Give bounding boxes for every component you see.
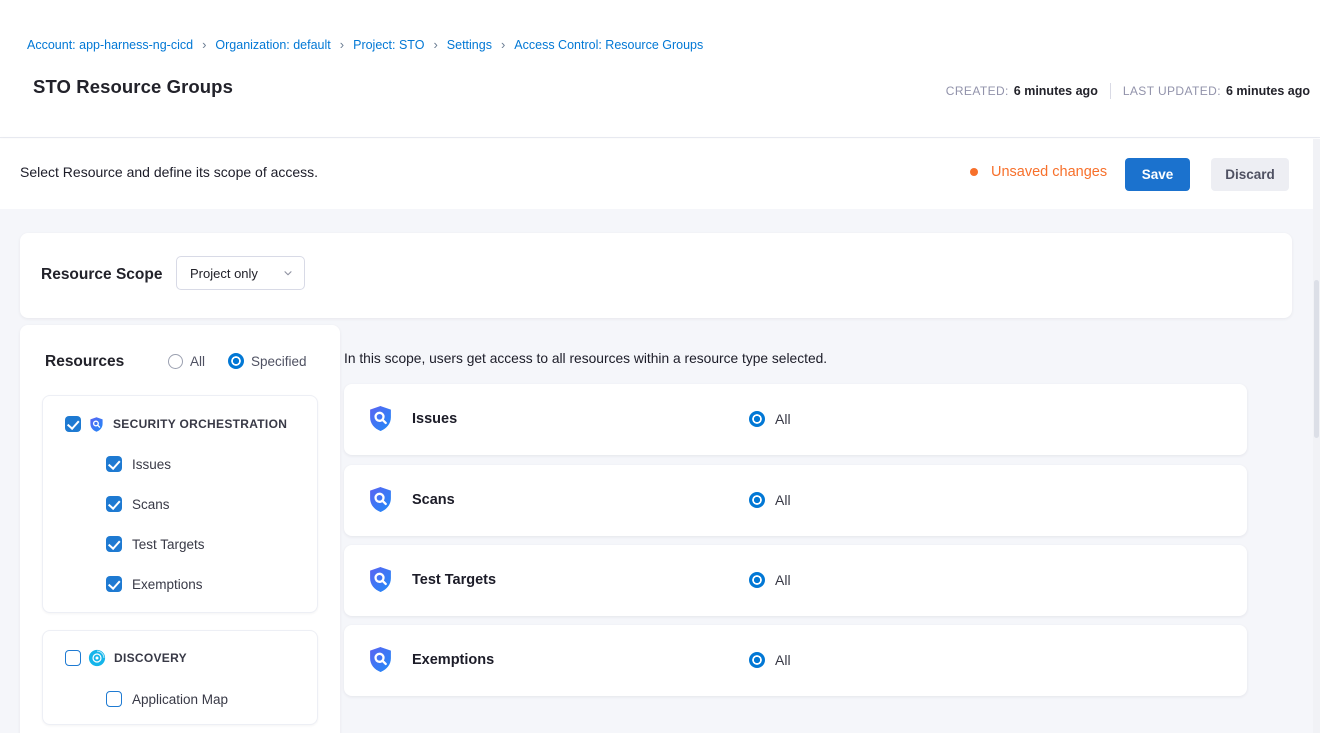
checkbox-issues[interactable] xyxy=(106,456,122,472)
row-access: All xyxy=(749,572,791,588)
page-header: Account: app-harness-ng-cicd › Organizat… xyxy=(0,0,1320,138)
radio-specified[interactable] xyxy=(228,353,244,369)
checkbox-security-orchestration[interactable] xyxy=(65,416,81,432)
group-name: SECURITY ORCHESTRATION xyxy=(113,417,287,431)
resource-group-discovery: DISCOVERY Application Map xyxy=(42,630,318,725)
group-item-test-targets: Test Targets xyxy=(106,535,205,553)
checkbox-scans[interactable] xyxy=(106,496,122,512)
sto-shield-icon xyxy=(88,416,105,433)
checkbox-discovery[interactable] xyxy=(65,650,81,666)
resource-row-issues: Issues All xyxy=(344,384,1247,455)
chevron-down-icon xyxy=(282,267,294,279)
resources-panel-title: Resources xyxy=(45,353,124,371)
sto-shield-icon xyxy=(366,565,395,599)
group-item-exemptions: Exemptions xyxy=(106,575,203,593)
group-header: SECURITY ORCHESTRATION xyxy=(65,415,287,433)
row-label: Exemptions xyxy=(412,652,494,668)
radio-all-access[interactable] xyxy=(749,411,765,427)
row-label: Scans xyxy=(412,492,455,508)
row-label: Issues xyxy=(412,411,457,427)
checkbox-test-targets[interactable] xyxy=(106,536,122,552)
unsaved-dot-icon xyxy=(970,168,978,176)
radio-all-label: All xyxy=(190,354,205,369)
breadcrumb-separator: › xyxy=(340,37,344,52)
resource-scope-value: Project only xyxy=(190,266,282,281)
group-item-scans: Scans xyxy=(106,495,170,513)
group-name: DISCOVERY xyxy=(114,651,187,665)
created-label: CREATED: xyxy=(946,84,1009,98)
group-header: DISCOVERY xyxy=(65,649,187,667)
scrollbar-track xyxy=(1313,139,1320,733)
radio-all[interactable] xyxy=(168,354,183,369)
item-label: Issues xyxy=(132,457,171,472)
unsaved-changes-indicator: Unsaved changes xyxy=(970,164,1107,180)
last-updated-label: LAST UPDATED: xyxy=(1123,84,1221,98)
sto-shield-icon xyxy=(366,404,395,438)
unsaved-changes-label: Unsaved changes xyxy=(991,164,1107,180)
breadcrumb-project[interactable]: Project: STO xyxy=(353,38,424,52)
scrollbar-thumb[interactable] xyxy=(1314,280,1319,438)
item-label: Scans xyxy=(132,497,170,512)
checkbox-exemptions[interactable] xyxy=(106,576,122,592)
breadcrumb-organization[interactable]: Organization: default xyxy=(215,38,330,52)
toolbar-description: Select Resource and define its scope of … xyxy=(20,164,318,180)
radio-all-access[interactable] xyxy=(749,492,765,508)
row-access: All xyxy=(749,492,791,508)
header-meta: CREATED: 6 minutes ago LAST UPDATED: 6 m… xyxy=(946,83,1310,99)
meta-divider xyxy=(1110,83,1111,99)
created-value: 6 minutes ago xyxy=(1014,84,1098,98)
resource-scope-label: Resource Scope xyxy=(41,266,162,284)
breadcrumb-separator: › xyxy=(433,37,437,52)
access-label: All xyxy=(775,572,791,588)
last-updated-value: 6 minutes ago xyxy=(1226,84,1310,98)
access-label: All xyxy=(775,652,791,668)
radio-all-access[interactable] xyxy=(749,652,765,668)
row-label: Test Targets xyxy=(412,572,496,588)
resource-row-scans: Scans All xyxy=(344,465,1247,536)
breadcrumb-separator: › xyxy=(202,37,206,52)
breadcrumb-settings[interactable]: Settings xyxy=(447,38,492,52)
resource-row-test-targets: Test Targets All xyxy=(344,545,1247,616)
resource-row-exemptions: Exemptions All xyxy=(344,625,1247,696)
access-label: All xyxy=(775,411,791,427)
resource-group-security-orchestration: SECURITY ORCHESTRATION Issues Scans Test… xyxy=(42,395,318,613)
radio-all-access[interactable] xyxy=(749,572,765,588)
resource-scope-select[interactable]: Project only xyxy=(176,256,305,290)
toolbar: Select Resource and define its scope of … xyxy=(0,139,1320,209)
resources-panel: Resources All Specified xyxy=(20,325,340,733)
save-button[interactable]: Save xyxy=(1125,158,1190,191)
row-access: All xyxy=(749,652,791,668)
discard-button[interactable]: Discard xyxy=(1211,158,1289,191)
discovery-icon xyxy=(88,649,106,667)
access-label: All xyxy=(775,492,791,508)
page-title: STO Resource Groups xyxy=(33,76,233,98)
checkbox-application-map[interactable] xyxy=(106,691,122,707)
resources-filter: All Specified xyxy=(168,353,307,369)
item-label: Test Targets xyxy=(132,537,205,552)
row-access: All xyxy=(749,411,791,427)
radio-specified-label: Specified xyxy=(251,354,307,369)
page: Account: app-harness-ng-cicd › Organizat… xyxy=(0,0,1320,733)
breadcrumb-separator: › xyxy=(501,37,505,52)
scope-access-description: In this scope, users get access to all r… xyxy=(344,351,827,366)
item-label: Application Map xyxy=(132,692,228,707)
breadcrumb-account[interactable]: Account: app-harness-ng-cicd xyxy=(27,38,193,52)
group-item-issues: Issues xyxy=(106,455,171,473)
group-item-application-map: Application Map xyxy=(106,690,228,708)
page-body: Resource Scope Project only Resources Al… xyxy=(0,209,1320,733)
breadcrumb-access-control[interactable]: Access Control: Resource Groups xyxy=(514,38,703,52)
resource-scope-card: Resource Scope Project only xyxy=(20,233,1292,318)
sto-shield-icon xyxy=(366,485,395,519)
breadcrumb: Account: app-harness-ng-cicd › Organizat… xyxy=(27,37,703,52)
sto-shield-icon xyxy=(366,645,395,679)
item-label: Exemptions xyxy=(132,577,203,592)
